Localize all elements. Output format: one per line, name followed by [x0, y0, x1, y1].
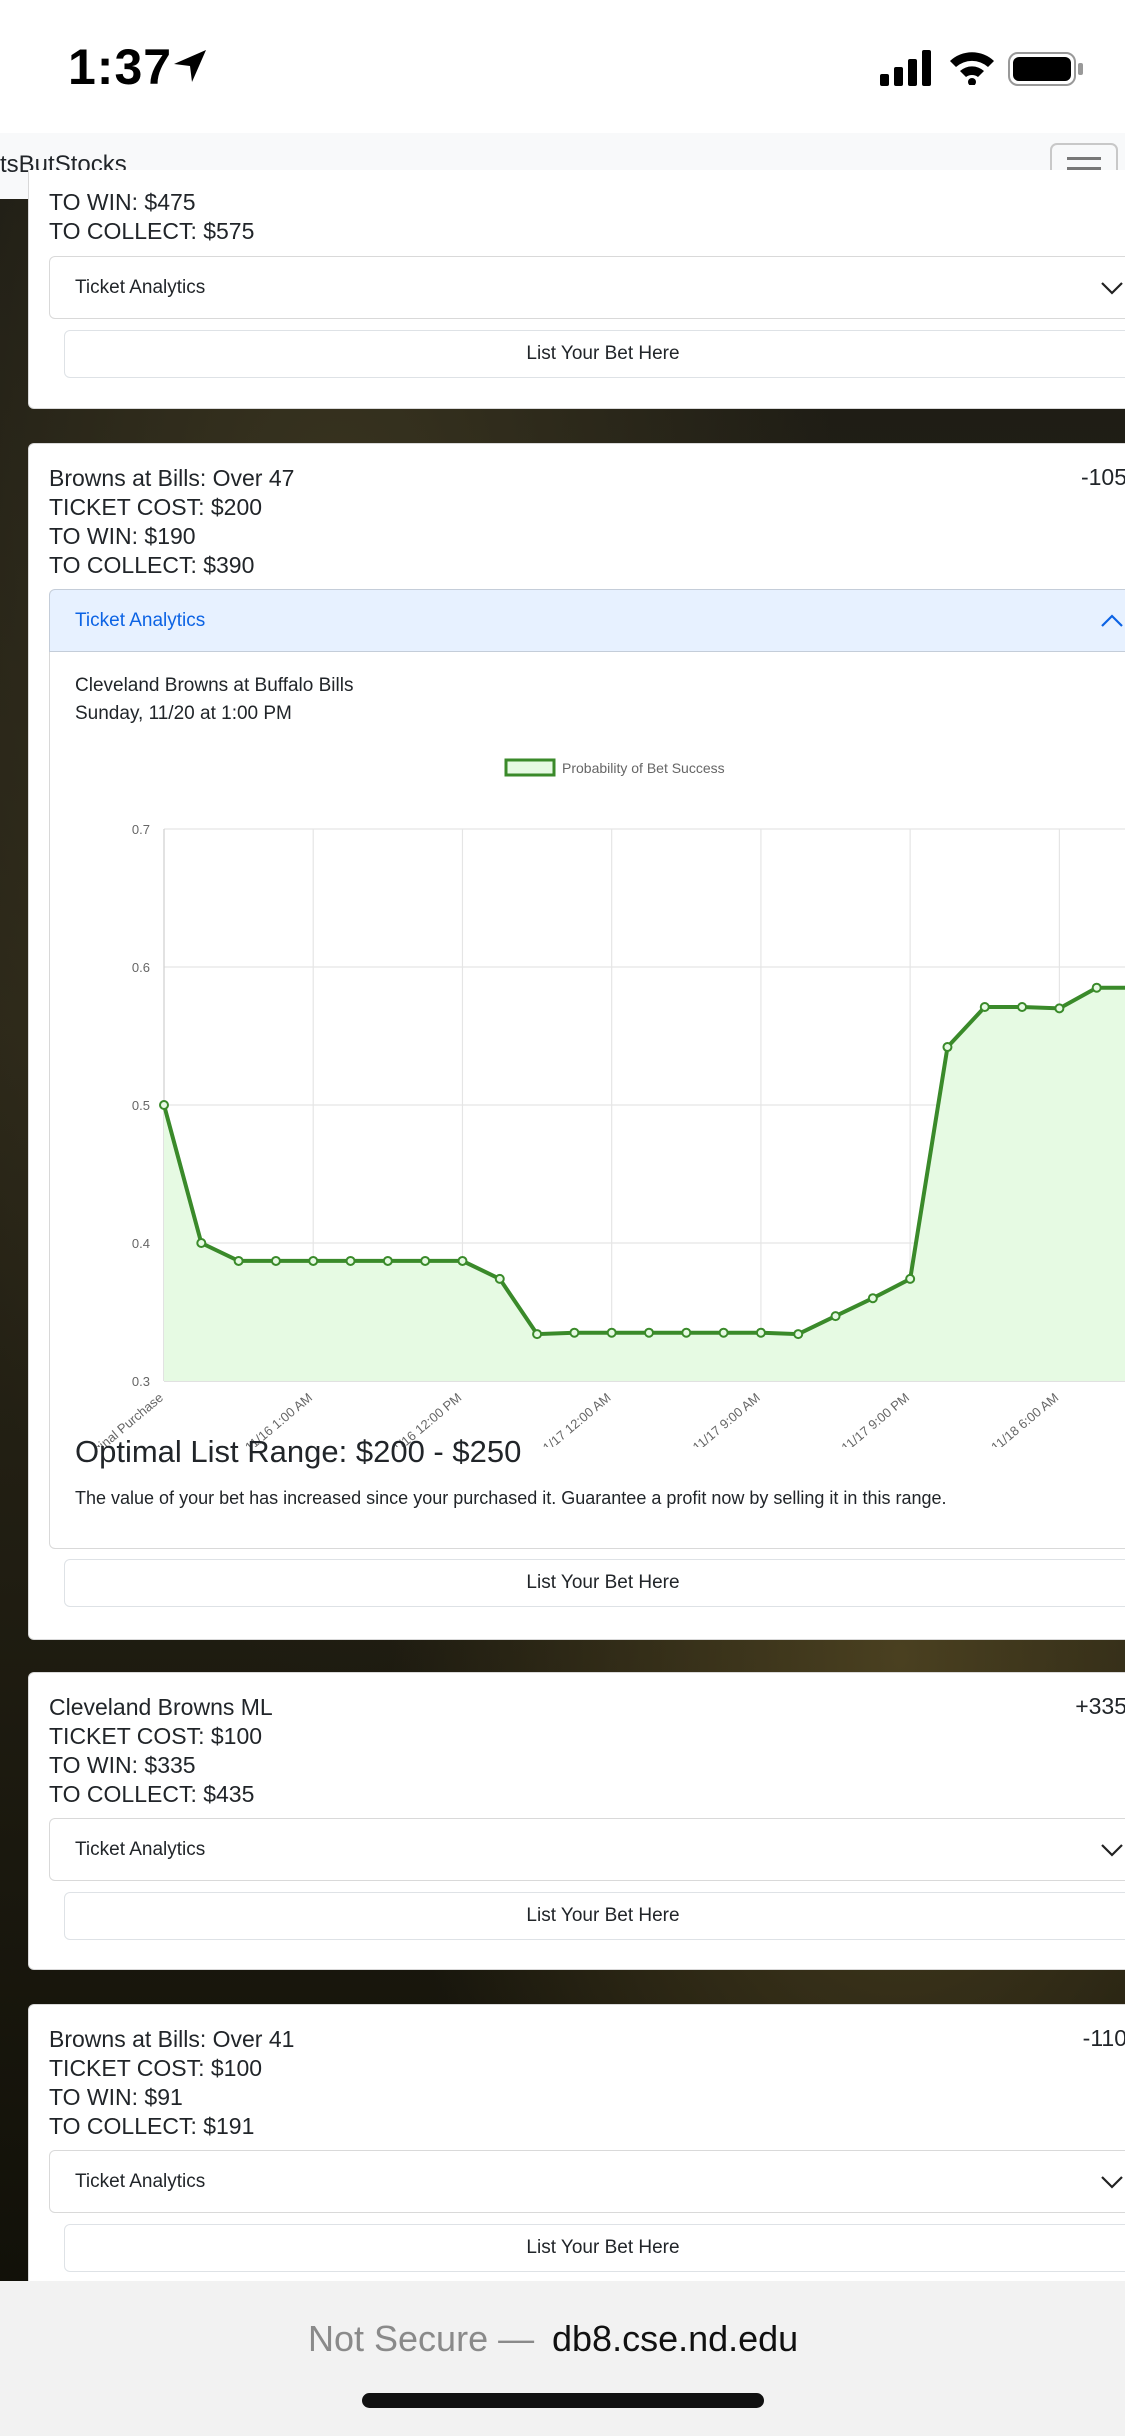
data-point[interactable]	[644, 1327, 654, 1338]
data-point[interactable]	[905, 1273, 916, 1284]
list-bet-label: List Your Bet Here	[526, 1572, 680, 1593]
status-bar: 1:37	[0, 0, 1125, 133]
ticket-analytics-toggle[interactable]: Ticket Analytics	[49, 589, 1125, 652]
y-tick-label: 0.4	[132, 1236, 150, 1251]
to-win-line: TO WIN: $190	[49, 523, 196, 549]
bet-card: Browns at Bills: Over 47 -105 TICKET COS…	[28, 443, 1125, 1640]
ticket-analytics-label: Ticket Analytics	[75, 2171, 206, 2192]
data-point[interactable]	[196, 1238, 207, 1248]
data-point[interactable]	[569, 1327, 580, 1338]
ticket-analytics-panel: Cleveland Browns at Buffalo Bills Sunday…	[49, 652, 1125, 1549]
probability-chart: 0.30.40.50.60.7 Original Purchase 11/16 1…	[77, 758, 1125, 1447]
bet-card: Cleveland Browns ML +335 TICKET COST: $1…	[28, 1672, 1125, 1970]
data-point[interactable]	[755, 1327, 766, 1338]
optimal-list-range: Optimal List Range: $200 - $250	[75, 1434, 522, 1469]
chevron-down-icon	[1101, 282, 1123, 295]
location-arrow-icon	[174, 50, 206, 82]
x-tick-label: 11/18 6:00 AM	[988, 1390, 1061, 1447]
to-collect-line: TO COLLECT: $575	[49, 218, 255, 244]
to-collect-line: TO COLLECT: $390	[49, 552, 255, 578]
wifi-icon	[950, 52, 994, 85]
data-point[interactable]	[1091, 982, 1102, 993]
x-tick-label: 11/17 9:00 PM	[838, 1390, 912, 1447]
bet-card: TO WIN: $475 TO COLLECT: $575 Ticket Ana…	[28, 170, 1125, 409]
data-point[interactable]	[606, 1327, 617, 1338]
to-collect-line: TO COLLECT: $191	[49, 2113, 255, 2139]
data-point[interactable]	[1054, 1003, 1065, 1014]
data-point[interactable]	[979, 1002, 990, 1013]
bet-card: Browns at Bills: Over 41 -110 TICKET COS…	[28, 2004, 1125, 2306]
cellular-signal-icon	[880, 50, 931, 86]
ticket-analytics-label: Ticket Analytics	[75, 610, 206, 631]
data-point[interactable]	[494, 1273, 505, 1284]
y-tick-label: 0.7	[132, 822, 150, 837]
bet-title: Browns at Bills: Over 47	[49, 465, 295, 491]
bet-odds: -105	[1080, 464, 1125, 490]
list-bet-button[interactable]: List Your Bet Here	[64, 1892, 1125, 1940]
ticket-analytics-toggle[interactable]: Ticket Analytics	[49, 256, 1125, 319]
list-bet-button[interactable]: List Your Bet Here	[64, 2224, 1125, 2272]
data-point[interactable]	[308, 1255, 319, 1266]
legend-swatch[interactable]	[504, 758, 556, 777]
status-time: 1:37	[68, 39, 173, 95]
y-tick-label: 0.5	[132, 1098, 150, 1113]
to-collect-line: TO COLLECT: $435	[49, 1781, 255, 1807]
list-bet-button[interactable]: List Your Bet Here	[64, 1559, 1125, 1607]
list-bet-label: List Your Bet Here	[526, 2237, 680, 2258]
game-matchup: Cleveland Browns at Buffalo Bills	[75, 675, 354, 696]
data-point[interactable]	[867, 1293, 878, 1304]
data-point[interactable]	[681, 1327, 692, 1338]
browser-url-bar[interactable]: Not Secure — db8.cse.nd.edu	[0, 2281, 1125, 2436]
data-point[interactable]	[233, 1255, 244, 1266]
data-point[interactable]	[457, 1255, 468, 1266]
data-point[interactable]	[942, 1042, 953, 1053]
data-point[interactable]	[159, 1100, 169, 1110]
to-win-line: TO WIN: $475	[49, 189, 196, 215]
bet-odds: -110	[1082, 2025, 1125, 2051]
x-tick-label: 11/17 9:00 AM	[690, 1390, 763, 1447]
list-bet-label: List Your Bet Here	[526, 343, 680, 364]
data-point[interactable]	[718, 1327, 729, 1338]
game-time: Sunday, 11/20 at 1:00 PM	[75, 703, 292, 724]
data-point[interactable]	[532, 1329, 543, 1340]
y-tick-label: 0.6	[132, 960, 150, 975]
data-point[interactable]	[420, 1255, 431, 1266]
ticket-analytics-toggle[interactable]: Ticket Analytics	[49, 1818, 1125, 1881]
x-tick-label: 11/17 12:00 AM	[535, 1390, 614, 1447]
chevron-down-icon	[1101, 2176, 1123, 2189]
to-win-line: TO WIN: $91	[49, 2084, 183, 2110]
y-tick-label: 0.3	[132, 1374, 150, 1389]
chevron-up-icon	[1101, 614, 1123, 627]
bet-odds: +335	[1075, 1693, 1125, 1719]
bet-title: Browns at Bills: Over 41	[49, 2026, 295, 2052]
data-point[interactable]	[830, 1311, 841, 1322]
ticket-analytics-toggle[interactable]: Ticket Analytics	[49, 2150, 1125, 2213]
data-point[interactable]	[1017, 1002, 1028, 1013]
legend-label: Probability of Bet Success	[562, 760, 725, 776]
data-point[interactable]	[345, 1255, 356, 1266]
list-bet-button[interactable]: List Your Bet Here	[64, 330, 1125, 378]
ticket-analytics-label: Ticket Analytics	[75, 1839, 206, 1860]
chevron-down-icon	[1101, 1844, 1123, 1857]
bet-title: Cleveland Browns ML	[49, 1694, 273, 1720]
to-win-line: TO WIN: $335	[49, 1752, 196, 1778]
data-point[interactable]	[793, 1329, 804, 1340]
probability-area-fill	[164, 987, 1125, 1381]
data-point[interactable]	[270, 1255, 281, 1266]
ticket-cost-line: TICKET COST: $100	[49, 2055, 263, 2081]
home-indicator[interactable]	[362, 2393, 764, 2408]
list-bet-label: List Your Bet Here	[526, 1905, 680, 1926]
url-host: db8.cse.nd.edu	[552, 2318, 799, 2359]
battery-icon	[1008, 52, 1083, 86]
not-secure-label: Not Secure —	[308, 2318, 535, 2359]
ticket-cost-line: TICKET COST: $200	[49, 494, 263, 520]
data-point[interactable]	[382, 1255, 393, 1266]
optimal-list-description: The value of your bet has increased sinc…	[75, 1488, 947, 1508]
ticket-analytics-label: Ticket Analytics	[75, 277, 206, 298]
ticket-cost-line: TICKET COST: $100	[49, 1723, 263, 1749]
